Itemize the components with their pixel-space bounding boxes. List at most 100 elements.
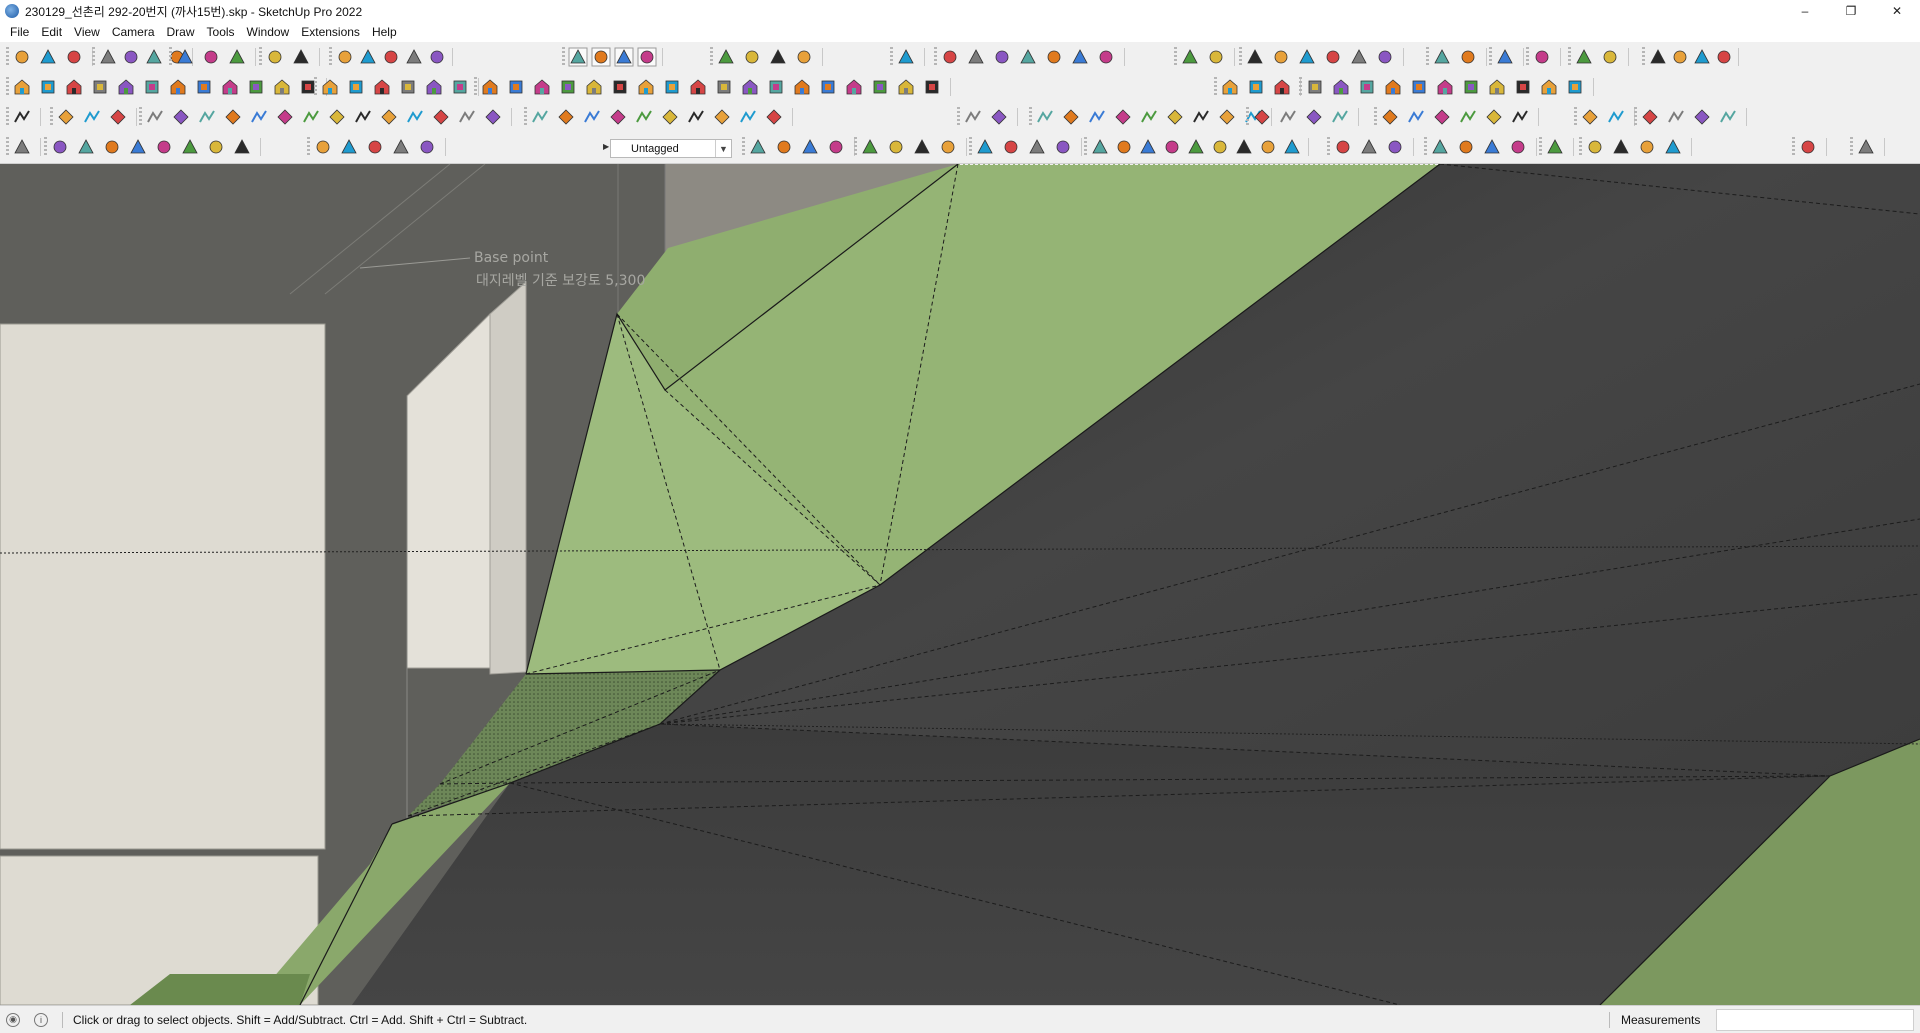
- eraser-icon[interactable]: [1432, 107, 1452, 127]
- section-plane-icon[interactable]: [716, 47, 736, 67]
- model-info-icon[interactable]: [748, 137, 768, 157]
- text-icon[interactable]: [1357, 77, 1377, 97]
- polygon-icon[interactable]: [1246, 77, 1266, 97]
- toolbar-grip[interactable]: [1792, 137, 1795, 157]
- zoom-icon[interactable]: [1186, 137, 1206, 157]
- toolbar-grip[interactable]: [1327, 137, 1330, 157]
- toolbar-grip[interactable]: [1539, 137, 1542, 157]
- toolbar-grip[interactable]: [1246, 107, 1249, 127]
- toolbar-grip[interactable]: [1850, 137, 1853, 157]
- circle-icon[interactable]: [1220, 77, 1240, 97]
- offset-icon[interactable]: [1670, 47, 1690, 67]
- arc-icon[interactable]: [381, 47, 401, 67]
- view-top-icon[interactable]: [108, 107, 128, 127]
- rectangle-icon[interactable]: [154, 137, 174, 157]
- toolbar-grip[interactable]: [1029, 107, 1032, 127]
- toolbar-grip[interactable]: [562, 47, 565, 67]
- push-pull-icon[interactable]: [431, 107, 451, 127]
- model-info-icon[interactable]: [1113, 107, 1133, 127]
- toolbar-grip[interactable]: [1526, 47, 1529, 67]
- toolbar-grip[interactable]: [329, 47, 332, 67]
- toolbar-grip[interactable]: [6, 107, 9, 127]
- select-icon[interactable]: [1406, 107, 1426, 127]
- paint-bucket-icon[interactable]: [1114, 137, 1134, 157]
- paint-bucket-icon[interactable]: [98, 47, 118, 67]
- view-front-icon[interactable]: [1278, 107, 1298, 127]
- scale-icon[interactable]: [530, 107, 550, 127]
- component-icon[interactable]: [1409, 77, 1429, 97]
- toolbar-grip[interactable]: [6, 137, 9, 157]
- toolbar-grip[interactable]: [710, 47, 713, 67]
- curviloft-icon[interactable]: [1330, 107, 1350, 127]
- toolbar-grip[interactable]: [1424, 137, 1427, 157]
- curviloft-icon[interactable]: [1245, 47, 1265, 67]
- tape-measure-icon[interactable]: [1305, 77, 1325, 97]
- rectangle-icon[interactable]: [1508, 137, 1528, 157]
- view-iso-icon[interactable]: [424, 77, 444, 97]
- zoom-extents-icon[interactable]: [1606, 107, 1626, 127]
- eraser-icon[interactable]: [610, 77, 630, 97]
- toolbar-grip[interactable]: [1574, 107, 1577, 127]
- protractor-icon[interactable]: [738, 107, 758, 127]
- extension-warehouse-icon[interactable]: [417, 137, 437, 157]
- move-icon[interactable]: [1666, 107, 1686, 127]
- offset-icon[interactable]: [1359, 137, 1379, 157]
- sandbox-icon[interactable]: [1565, 77, 1585, 97]
- zoom-extents-icon[interactable]: [1495, 47, 1515, 67]
- zoom-icon[interactable]: [379, 107, 399, 127]
- base-point-label[interactable]: Base point: [474, 250, 548, 266]
- push-pull-icon[interactable]: [766, 77, 786, 97]
- warehouse-icon[interactable]: [1061, 107, 1081, 127]
- paint-bucket-icon[interactable]: [636, 77, 656, 97]
- zoom-icon[interactable]: [714, 77, 734, 97]
- section-plane-icon[interactable]: [313, 137, 333, 157]
- move-icon[interactable]: [1574, 47, 1594, 67]
- protractor-icon[interactable]: [1585, 137, 1605, 157]
- tape-measure-icon[interactable]: [90, 77, 110, 97]
- polygon-icon[interactable]: [1482, 137, 1502, 157]
- tape-measure-icon[interactable]: [1545, 137, 1565, 157]
- paint-bucket-icon[interactable]: [1458, 107, 1478, 127]
- zoom-extents-icon[interactable]: [175, 47, 195, 67]
- view-front-icon[interactable]: [480, 77, 500, 97]
- component-icon[interactable]: [194, 77, 214, 97]
- solid-tools-icon[interactable]: [826, 137, 846, 157]
- curviloft-icon[interactable]: [1001, 137, 1021, 157]
- zoom-extents-icon[interactable]: [1210, 137, 1230, 157]
- toolbar-grip[interactable]: [1568, 47, 1571, 67]
- menu-edit[interactable]: Edit: [35, 25, 68, 39]
- group-icon[interactable]: [220, 77, 240, 97]
- toolbar-grip[interactable]: [969, 137, 972, 157]
- text-icon[interactable]: [142, 77, 162, 97]
- view-iso-icon[interactable]: [1070, 47, 1090, 67]
- select-icon[interactable]: [249, 107, 269, 127]
- protractor-icon[interactable]: [1331, 77, 1351, 97]
- tape-measure-icon[interactable]: [712, 107, 732, 127]
- orbit-icon[interactable]: [1375, 47, 1395, 67]
- protractor-icon[interactable]: [116, 77, 136, 97]
- solid-tools-icon[interactable]: [12, 107, 32, 127]
- rectangle-icon[interactable]: [64, 77, 84, 97]
- circle-icon[interactable]: [634, 107, 654, 127]
- fredoscale-icon[interactable]: [1206, 47, 1226, 67]
- warehouse-icon[interactable]: [794, 47, 814, 67]
- large-tool-set-icon[interactable]: [12, 47, 32, 67]
- toolbar-grip[interactable]: [474, 77, 477, 97]
- paint-bucket-icon[interactable]: [1349, 47, 1369, 67]
- view-front-icon[interactable]: [1180, 47, 1200, 67]
- group-icon[interactable]: [1035, 107, 1055, 127]
- toolbar-grip[interactable]: [934, 47, 937, 67]
- toolbar-grip[interactable]: [854, 137, 857, 157]
- arc-icon[interactable]: [1714, 47, 1734, 67]
- pan-icon[interactable]: [1162, 137, 1182, 157]
- eraser-icon[interactable]: [1323, 47, 1343, 67]
- toolbar-grip[interactable]: [1489, 47, 1492, 67]
- view-iso-icon[interactable]: [82, 107, 102, 127]
- zoom-icon[interactable]: [1458, 47, 1478, 67]
- offset-icon[interactable]: [335, 47, 355, 67]
- solid-tools-icon[interactable]: [372, 77, 392, 97]
- geolocation-icon[interactable]: ◉: [6, 1012, 20, 1027]
- circle-icon[interactable]: [404, 47, 424, 67]
- orbit-icon[interactable]: [1484, 107, 1504, 127]
- menu-tools[interactable]: Tools: [201, 25, 241, 39]
